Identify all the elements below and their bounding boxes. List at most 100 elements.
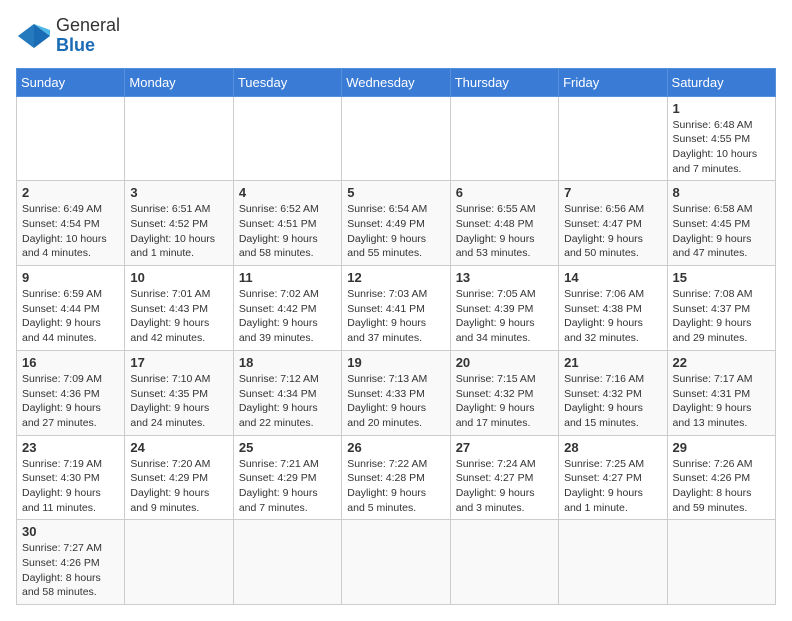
day-number: 5 [347,185,444,200]
calendar-cell: 24Sunrise: 7:20 AM Sunset: 4:29 PM Dayli… [125,435,233,520]
day-number: 20 [456,355,553,370]
calendar-cell: 13Sunrise: 7:05 AM Sunset: 4:39 PM Dayli… [450,266,558,351]
week-row-6: 30 Sunrise: 7:27 AM Sunset: 4:26 PM Dayli… [17,520,776,605]
calendar-cell: 4 Sunrise: 6:52 AM Sunset: 4:51 PM Daylig… [233,181,341,266]
calendar-cell: 17 Sunrise: 7:10 AM Sunset: 4:35 PM Dayli… [125,350,233,435]
day-number: 11 [239,270,336,285]
day-info: Sunrise: 7:26 AM Sunset: 4:26 PM Dayligh… [673,457,770,516]
day-info: Sunrise: 6:59 AM Sunset: 4:44 PM Dayligh… [22,287,119,346]
day-info: Sunrise: 7:27 AM Sunset: 4:26 PM Dayligh… [22,541,119,600]
calendar-cell: 18Sunrise: 7:12 AM Sunset: 4:34 PM Dayli… [233,350,341,435]
day-number: 28 [564,440,661,455]
logo-text: General Blue [56,16,120,56]
day-number: 23 [22,440,119,455]
day-info: Sunrise: 7:13 AM Sunset: 4:33 PM Dayligh… [347,372,444,431]
column-header-sunday: Sunday [17,68,125,96]
calendar-cell: 6Sunrise: 6:55 AM Sunset: 4:48 PM Daylig… [450,181,558,266]
calendar-cell [342,96,450,181]
day-info: Sunrise: 6:52 AM Sunset: 4:51 PM Dayligh… [239,202,336,261]
day-number: 25 [239,440,336,455]
calendar-header-row: SundayMondayTuesdayWednesdayThursdayFrid… [17,68,776,96]
day-info: Sunrise: 6:55 AM Sunset: 4:48 PM Dayligh… [456,202,553,261]
calendar-cell [450,520,558,605]
calendar-cell: 22 Sunrise: 7:17 AM Sunset: 4:31 PM Dayli… [667,350,775,435]
day-info: Sunrise: 7:10 AM Sunset: 4:35 PM Dayligh… [130,372,227,431]
day-info: Sunrise: 7:08 AM Sunset: 4:37 PM Dayligh… [673,287,770,346]
day-number: 14 [564,270,661,285]
day-info: Sunrise: 7:21 AM Sunset: 4:29 PM Dayligh… [239,457,336,516]
day-number: 19 [347,355,444,370]
day-number: 12 [347,270,444,285]
day-number: 21 [564,355,661,370]
calendar-cell [125,520,233,605]
day-number: 2 [22,185,119,200]
week-row-1: 1Sunrise: 6:48 AM Sunset: 4:55 PM Daylig… [17,96,776,181]
day-number: 1 [673,101,770,116]
day-number: 17 [130,355,227,370]
day-number: 29 [673,440,770,455]
day-info: Sunrise: 6:56 AM Sunset: 4:47 PM Dayligh… [564,202,661,261]
day-number: 9 [22,270,119,285]
calendar-cell: 21 Sunrise: 7:16 AM Sunset: 4:32 PM Dayli… [559,350,667,435]
calendar-cell: 2 Sunrise: 6:49 AM Sunset: 4:54 PM Daylig… [17,181,125,266]
day-number: 22 [673,355,770,370]
day-info: Sunrise: 7:09 AM Sunset: 4:36 PM Dayligh… [22,372,119,431]
calendar-cell: 12 Sunrise: 7:03 AM Sunset: 4:41 PM Dayli… [342,266,450,351]
calendar-cell [559,520,667,605]
calendar-cell: 14 Sunrise: 7:06 AM Sunset: 4:38 PM Dayli… [559,266,667,351]
day-info: Sunrise: 7:22 AM Sunset: 4:28 PM Dayligh… [347,457,444,516]
week-row-5: 23Sunrise: 7:19 AM Sunset: 4:30 PM Dayli… [17,435,776,520]
week-row-3: 9 Sunrise: 6:59 AM Sunset: 4:44 PM Daylig… [17,266,776,351]
calendar-cell: 28 Sunrise: 7:25 AM Sunset: 4:27 PM Dayli… [559,435,667,520]
day-info: Sunrise: 7:05 AM Sunset: 4:39 PM Dayligh… [456,287,553,346]
calendar-cell: 19 Sunrise: 7:13 AM Sunset: 4:33 PM Dayli… [342,350,450,435]
week-row-4: 16 Sunrise: 7:09 AM Sunset: 4:36 PM Dayli… [17,350,776,435]
day-number: 26 [347,440,444,455]
day-info: Sunrise: 7:02 AM Sunset: 4:42 PM Dayligh… [239,287,336,346]
day-info: Sunrise: 7:25 AM Sunset: 4:27 PM Dayligh… [564,457,661,516]
calendar-cell [233,96,341,181]
calendar-cell: 23Sunrise: 7:19 AM Sunset: 4:30 PM Dayli… [17,435,125,520]
day-info: Sunrise: 7:16 AM Sunset: 4:32 PM Dayligh… [564,372,661,431]
day-info: Sunrise: 6:49 AM Sunset: 4:54 PM Dayligh… [22,202,119,261]
calendar-cell [233,520,341,605]
day-number: 16 [22,355,119,370]
day-info: Sunrise: 6:51 AM Sunset: 4:52 PM Dayligh… [130,202,227,261]
column-header-wednesday: Wednesday [342,68,450,96]
column-header-tuesday: Tuesday [233,68,341,96]
day-number: 27 [456,440,553,455]
day-info: Sunrise: 7:20 AM Sunset: 4:29 PM Dayligh… [130,457,227,516]
logo-icon [16,22,52,50]
day-info: Sunrise: 7:15 AM Sunset: 4:32 PM Dayligh… [456,372,553,431]
calendar-cell: 30 Sunrise: 7:27 AM Sunset: 4:26 PM Dayli… [17,520,125,605]
day-number: 30 [22,524,119,539]
calendar-cell [667,520,775,605]
calendar-cell: 20 Sunrise: 7:15 AM Sunset: 4:32 PM Dayli… [450,350,558,435]
day-number: 10 [130,270,227,285]
column-header-saturday: Saturday [667,68,775,96]
calendar-cell: 9 Sunrise: 6:59 AM Sunset: 4:44 PM Daylig… [17,266,125,351]
calendar-table: SundayMondayTuesdayWednesdayThursdayFrid… [16,68,776,606]
calendar-cell: 3 Sunrise: 6:51 AM Sunset: 4:52 PM Daylig… [125,181,233,266]
calendar-cell [342,520,450,605]
day-info: Sunrise: 6:58 AM Sunset: 4:45 PM Dayligh… [673,202,770,261]
calendar-cell: 27 Sunrise: 7:24 AM Sunset: 4:27 PM Dayli… [450,435,558,520]
calendar-cell: 25 Sunrise: 7:21 AM Sunset: 4:29 PM Dayli… [233,435,341,520]
day-number: 4 [239,185,336,200]
week-row-2: 2 Sunrise: 6:49 AM Sunset: 4:54 PM Daylig… [17,181,776,266]
calendar-cell [559,96,667,181]
column-header-thursday: Thursday [450,68,558,96]
day-number: 3 [130,185,227,200]
calendar-cell: 26 Sunrise: 7:22 AM Sunset: 4:28 PM Dayli… [342,435,450,520]
day-info: Sunrise: 7:24 AM Sunset: 4:27 PM Dayligh… [456,457,553,516]
day-number: 7 [564,185,661,200]
day-info: Sunrise: 7:06 AM Sunset: 4:38 PM Dayligh… [564,287,661,346]
calendar-cell: 10Sunrise: 7:01 AM Sunset: 4:43 PM Dayli… [125,266,233,351]
calendar-cell: 8Sunrise: 6:58 AM Sunset: 4:45 PM Daylig… [667,181,775,266]
day-info: Sunrise: 7:17 AM Sunset: 4:31 PM Dayligh… [673,372,770,431]
day-number: 15 [673,270,770,285]
day-info: Sunrise: 7:03 AM Sunset: 4:41 PM Dayligh… [347,287,444,346]
calendar-cell: 7 Sunrise: 6:56 AM Sunset: 4:47 PM Daylig… [559,181,667,266]
logo: General Blue [16,16,120,56]
calendar-cell: 16 Sunrise: 7:09 AM Sunset: 4:36 PM Dayli… [17,350,125,435]
